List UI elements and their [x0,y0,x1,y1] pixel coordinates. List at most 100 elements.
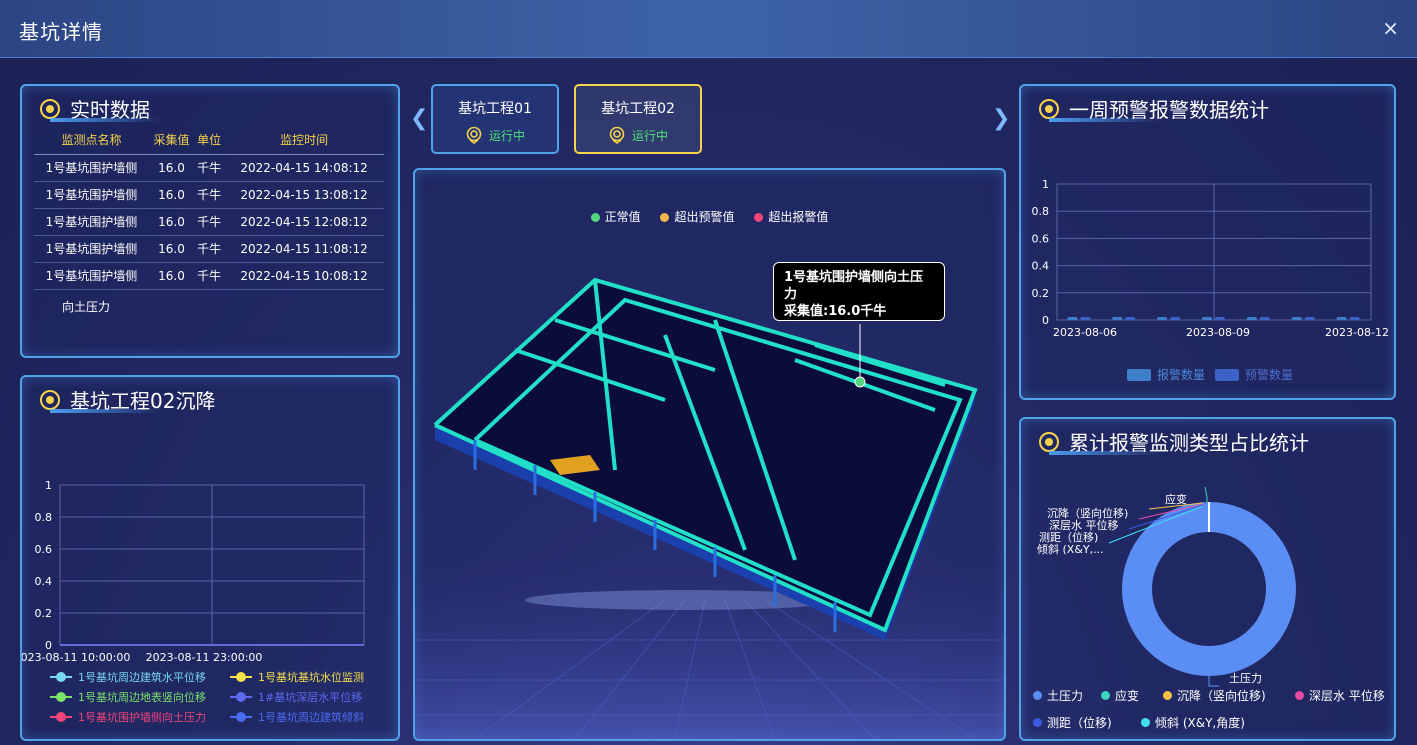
status-text: 运行中 [631,128,668,143]
cell-unit: 千牛 [194,154,225,182]
next-arrow-icon[interactable]: ❯ [992,106,1010,131]
legend-marker-icon [230,672,252,682]
location-pin-icon [466,126,482,144]
legend-marker-icon [230,712,252,722]
legend-label: 1号基坑周边地表竖向位移 [78,691,206,704]
y-tick-label: 0.4 [1032,260,1050,273]
legend-item[interactable]: 1号基坑周边地表竖向位移 [50,689,206,705]
legend-item[interactable]: 1号基坑围护墙侧向土压力 [50,709,206,725]
cell-value: 16.0 [148,154,195,182]
cell-time: 2022-04-15 11:08:12 [224,235,384,263]
pie-legend-item[interactable]: 应变 [1101,687,1139,704]
project-tab-01[interactable]: 基坑工程01 运行中 [431,84,559,154]
y-tick-label: 0.6 [1032,232,1050,245]
legend-item[interactable]: 1#基坑深层水平位移 [230,689,362,705]
model-panel: 正常值 超出预警值 超出报警值 [413,168,1006,741]
callout-label: 土压力 [1229,672,1262,685]
project-name: 基坑工程01 [458,101,532,117]
cell-value: 16.0 [148,181,195,209]
bar [1170,317,1181,320]
legend-marker-icon [50,692,72,702]
cell-value: 16.0 [148,235,195,263]
legend-item[interactable]: 1号基坑周边建筑水平位移 [50,669,206,685]
cell-time: 2022-04-15 14:08:12 [224,154,384,182]
pie-legend-item[interactable]: 倾斜 (X&Y,角度) [1141,714,1245,731]
y-tick-label: 0 [1042,314,1049,327]
table-row[interactable]: 1号基坑围护墙侧 16.0 千牛 2022-04-15 11:08:12 [34,235,384,263]
legend-item[interactable]: 1号基坑周边建筑倾斜 [230,709,364,725]
legend-dot-icon [1295,691,1304,700]
y-tick-label: 0.8 [1032,205,1050,218]
weekly-bar-chart: 1 0.8 0.6 0.4 0.2 0 2023-08-06 2023-08-09 2023-0… [1032,178,1389,339]
legend-marker-icon [50,712,72,722]
legend-label: 测距（位移) [1047,716,1112,730]
prev-arrow-icon[interactable]: ❮ [410,106,428,131]
foundation-pit-3d-model[interactable] [415,170,1004,739]
cell-value: 16.0 [148,208,195,236]
pie-slice [1122,502,1296,676]
legend-label: 报警数量 [1157,368,1206,382]
x-tick-label: 2023-08-09 [1186,326,1250,339]
overflow-text: 向土压力 [62,300,111,314]
bar [1215,317,1225,320]
bullet-icon [40,98,60,119]
cell-point: 1号基坑围护墙侧 [34,208,149,236]
page-title: 基坑详情 [19,20,103,44]
y-tick-label: 0.4 [35,575,53,588]
bar [1112,317,1123,320]
status-text: 运行中 [488,128,525,143]
legend-marker-icon [230,692,252,702]
bar [1291,317,1302,320]
table-row[interactable]: 1号基坑围护墙侧 16.0 千牛 2022-04-15 10:08:12 [34,262,384,290]
cell-time: 2022-04-15 12:08:12 [224,208,384,236]
y-tick-label: 0.2 [35,607,53,620]
legend-label: 1号基坑周边建筑倾斜 [258,711,364,724]
table-row[interactable]: 1号基坑围护墙侧 16.0 千牛 2022-04-15 13:08:12 [34,181,384,209]
cell-unit: 千牛 [194,262,225,290]
cell-point: 1号基坑围护墙侧 [34,181,149,209]
legend-dot-icon [1163,691,1172,700]
callout-line [1204,486,1208,502]
legend-label: 1#基坑深层水平位移 [258,691,363,704]
legend-label: 1号基坑围护墙侧向土压力 [78,711,206,724]
y-tick-label: 1 [45,479,52,492]
y-tick-label: 0.8 [35,511,53,524]
pie-legend-item[interactable]: 深层水 平位移 [1295,687,1385,704]
weekly-legend-warning[interactable]: 预警数量 [1215,366,1293,383]
title-underline [50,118,160,122]
tooltip-line: 力 [784,287,798,302]
pie-legend-item[interactable]: 土压力 [1033,687,1083,704]
project-status: 运行中 [433,126,557,144]
legend-label: 预警数量 [1245,368,1294,382]
x-tick-label: 2023-08-11 23:00:00 [146,651,263,664]
close-icon[interactable]: × [1382,16,1399,40]
cell-unit: 千牛 [194,181,225,209]
column-header: 采集值 [148,126,195,155]
y-tick-label: 0.6 [35,543,53,556]
callout-label: 应变 [1165,493,1187,506]
bar [1259,317,1270,320]
location-pin-icon [609,126,625,144]
ratio-panel: 累计报警监测类型占比统计 应变 沉降（竖向位移) 深层水 平位移 测距（位移) … [1019,417,1396,741]
project-status: 运行中 [576,126,700,144]
bar [1067,317,1078,320]
tooltip-value: 采集值:16.0千牛 [784,304,887,319]
header-bar: 基坑详情 × [0,0,1417,58]
callout-line [1208,676,1219,687]
weekly-legend-alarm[interactable]: 报警数量 [1127,366,1205,383]
cell-time: 2022-04-15 13:08:12 [224,181,384,209]
x-tick-label: 2023-08-12 [1325,326,1389,339]
pie-legend-item[interactable]: 沉降（竖向位移) [1163,687,1266,704]
legend-dot-icon [1141,718,1150,727]
project-tab-02[interactable]: 基坑工程02 运行中 [574,84,702,154]
bar [1202,317,1212,320]
table-row[interactable]: 1号基坑围护墙侧 16.0 千牛 2022-04-15 14:08:12 [34,154,384,182]
pie-legend-item[interactable]: 测距（位移) [1033,714,1112,731]
table-row[interactable]: 1号基坑围护墙侧 16.0 千牛 2022-04-15 12:08:12 [34,208,384,236]
legend-item[interactable]: 1号基坑基坑水位监测 [230,669,364,685]
cell-unit: 千牛 [194,235,225,263]
column-header: 监控时间 [224,126,384,155]
realtime-table: 监测点名称 采集值 单位 监控时间 1号基坑围护墙侧 16.0 千牛 2022-… [34,126,384,290]
bar [1336,317,1347,320]
cell-point: 1号基坑围护墙侧 [34,235,149,263]
